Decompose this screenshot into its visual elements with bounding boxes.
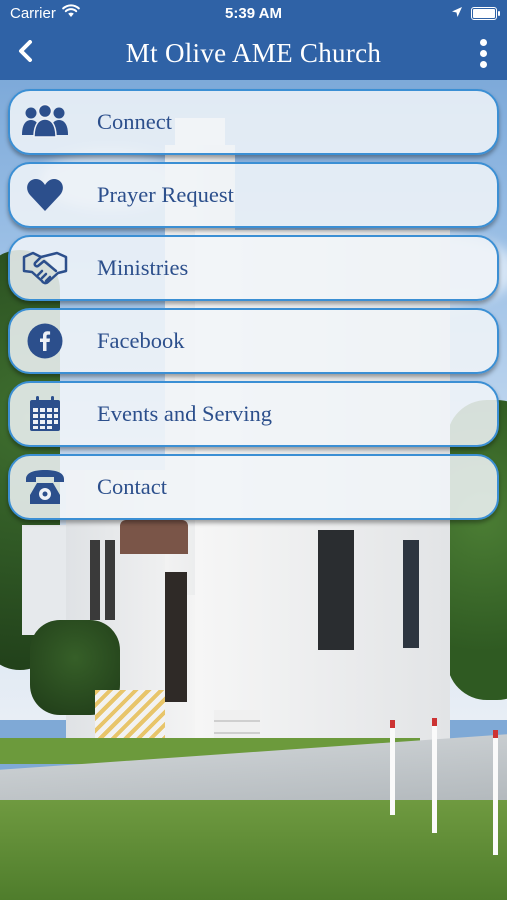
- more-vertical-icon: [479, 38, 487, 46]
- menu-item-label: Events and Serving: [97, 401, 272, 426]
- heart-icon: [12, 164, 78, 226]
- menu-item-label: Ministries: [97, 255, 189, 280]
- menu-item-events-and-serving[interactable]: Events and Serving: [8, 381, 499, 447]
- menu-item-label: Prayer Request: [97, 182, 234, 207]
- nav-bar: Mt Olive AME Church: [0, 26, 507, 80]
- chevron-left-icon: [16, 39, 36, 67]
- menu-item-facebook[interactable]: Facebook: [8, 308, 499, 374]
- location-arrow-icon: [451, 5, 463, 22]
- grass: [0, 800, 507, 900]
- more-options-button[interactable]: [471, 36, 495, 70]
- handshake-icon: [12, 237, 78, 299]
- menu-item-label: Facebook: [97, 328, 185, 353]
- church-window: [105, 540, 115, 620]
- church-window: [403, 540, 419, 648]
- more-vertical-icon-dot: [479, 49, 487, 57]
- people-group-icon: [12, 91, 78, 153]
- menu-item-contact[interactable]: Contact: [8, 454, 499, 520]
- facebook-icon: [12, 310, 78, 372]
- church-door: [165, 572, 187, 702]
- calendar-icon: [12, 383, 78, 445]
- battery-icon: [471, 7, 500, 20]
- page-title: Mt Olive AME Church: [125, 37, 382, 68]
- menu-item-label: Connect: [97, 109, 172, 134]
- menu-item-label: Contact: [97, 474, 167, 499]
- back-button[interactable]: [10, 36, 42, 70]
- post: [390, 720, 395, 815]
- menu-item-prayer-request[interactable]: Prayer Request: [8, 162, 499, 228]
- menu-item-connect[interactable]: Connect: [8, 89, 499, 155]
- church-window: [90, 540, 100, 620]
- house: [22, 525, 72, 635]
- awning: [120, 520, 188, 554]
- more-vertical-icon-dot: [479, 60, 487, 68]
- telephone-icon: [12, 456, 78, 518]
- church-window: [318, 530, 354, 650]
- status-bar: Carrier 5:39 AM: [0, 0, 507, 26]
- post: [432, 718, 437, 833]
- post: [493, 730, 498, 855]
- menu-item-ministries[interactable]: Ministries: [8, 235, 499, 301]
- status-time: 5:39 AM: [225, 4, 282, 22]
- battery-level: [473, 9, 495, 18]
